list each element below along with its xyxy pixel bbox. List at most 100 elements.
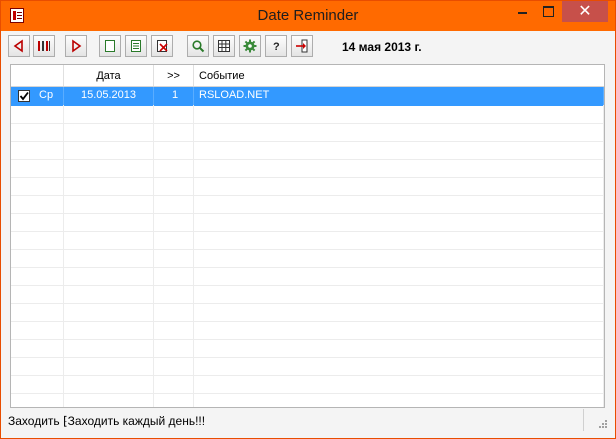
table-row-empty[interactable]: [11, 321, 604, 340]
cell-event: [194, 303, 604, 321]
table-row-empty[interactable]: [11, 195, 604, 214]
events-table[interactable]: Дата >> Событие Ср 15.05.2013 1 RSLOAD.NET: [10, 64, 605, 408]
close-icon: ✕: [578, 1, 592, 20]
cell-date: [64, 177, 154, 195]
cell-event: [194, 213, 604, 231]
table-row-empty[interactable]: [11, 375, 604, 394]
calendar-button[interactable]: [213, 35, 235, 57]
close-button[interactable]: ✕: [562, 1, 608, 22]
table-row-empty[interactable]: [11, 267, 604, 286]
checkmark-icon: [19, 91, 29, 101]
cell-check: [11, 357, 64, 375]
cell-check: [11, 321, 64, 339]
exit-button[interactable]: [291, 35, 313, 57]
minimize-button[interactable]: [509, 1, 535, 22]
table-row-empty[interactable]: [11, 213, 604, 232]
cell-days: [154, 357, 194, 375]
cell-check: [11, 231, 64, 249]
cell-days: [154, 123, 194, 141]
column-header-date[interactable]: Дата: [64, 65, 154, 86]
cell-days: [154, 231, 194, 249]
edit-button[interactable]: [125, 35, 147, 57]
table-row-empty[interactable]: [11, 285, 604, 304]
cell-days: [154, 375, 194, 393]
page-x-icon: [157, 40, 168, 52]
column-header-check[interactable]: [11, 65, 64, 86]
table-row-empty[interactable]: [11, 141, 604, 160]
title-bar[interactable]: Date Reminder ✕: [1, 1, 615, 31]
settings-button[interactable]: [239, 35, 261, 57]
cell-days: [154, 303, 194, 321]
next-day-button[interactable]: [65, 35, 87, 57]
cell-check: [11, 159, 64, 177]
table-row-empty[interactable]: [11, 177, 604, 196]
search-button[interactable]: [187, 35, 209, 57]
cell-date: [64, 393, 154, 407]
cell-days: [154, 159, 194, 177]
cell-date: [64, 249, 154, 267]
cell-event: [194, 393, 604, 407]
cell-days: [154, 339, 194, 357]
cell-date: [64, 267, 154, 285]
column-header-event[interactable]: Событие: [194, 65, 604, 86]
cell-event: [194, 141, 604, 159]
table-row-empty[interactable]: [11, 303, 604, 322]
today-button[interactable]: [33, 35, 55, 57]
cell-check: [11, 285, 64, 303]
help-button[interactable]: ?: [265, 35, 287, 57]
cell-date: [64, 159, 154, 177]
calendar-grid-icon: [218, 40, 230, 52]
toolbar: ? 14 мая 2013 г.: [8, 35, 608, 61]
status-divider: [583, 409, 584, 431]
gear-icon: [243, 39, 257, 53]
cell-event: [194, 339, 604, 357]
cell-event: [194, 267, 604, 285]
question-icon: ?: [273, 41, 280, 53]
cell-check: [11, 105, 64, 123]
resize-grip-icon[interactable]: [596, 419, 608, 431]
table-row-empty[interactable]: [11, 123, 604, 142]
row-checkbox[interactable]: [18, 90, 30, 102]
cell-check: [11, 195, 64, 213]
cell-check: [11, 393, 64, 407]
cell-date: [64, 105, 154, 123]
new-button[interactable]: [99, 35, 121, 57]
cell-date: [64, 321, 154, 339]
maximize-button[interactable]: [535, 1, 561, 22]
cell-event: [194, 249, 604, 267]
delete-button[interactable]: [151, 35, 173, 57]
table-row-empty[interactable]: [11, 357, 604, 376]
cell-date: [64, 375, 154, 393]
cell-date: [64, 213, 154, 231]
triangle-right-icon: [72, 39, 82, 53]
cell-check: Ср: [11, 87, 64, 105]
lined-page-icon: [131, 40, 141, 52]
cell-check: [11, 375, 64, 393]
cell-event: [194, 321, 604, 339]
table-row-empty[interactable]: [11, 339, 604, 358]
cell-date: [64, 195, 154, 213]
cell-event: RSLOAD.NET: [194, 87, 604, 105]
cell-check: [11, 249, 64, 267]
magnifier-icon: [192, 40, 205, 53]
cell-date: 15.05.2013: [64, 87, 154, 105]
cell-date: [64, 231, 154, 249]
table-row[interactable]: Ср 15.05.2013 1 RSLOAD.NET: [11, 87, 604, 106]
table-row-empty[interactable]: [11, 231, 604, 250]
table-row-empty[interactable]: [11, 105, 604, 124]
cell-date: [64, 303, 154, 321]
table-row-empty[interactable]: [11, 159, 604, 178]
column-header-days[interactable]: >>: [154, 65, 194, 86]
cell-event: [194, 357, 604, 375]
cell-days: [154, 285, 194, 303]
cell-days: [154, 105, 194, 123]
cell-event: [194, 195, 604, 213]
table-row-empty[interactable]: [11, 249, 604, 268]
prev-day-button[interactable]: [8, 35, 30, 57]
exit-door-icon: [296, 39, 308, 53]
cell-days: [154, 177, 194, 195]
cell-check: [11, 267, 64, 285]
table-row-empty[interactable]: [11, 393, 604, 407]
cell-event: [194, 375, 604, 393]
cell-days: 1: [154, 87, 194, 105]
